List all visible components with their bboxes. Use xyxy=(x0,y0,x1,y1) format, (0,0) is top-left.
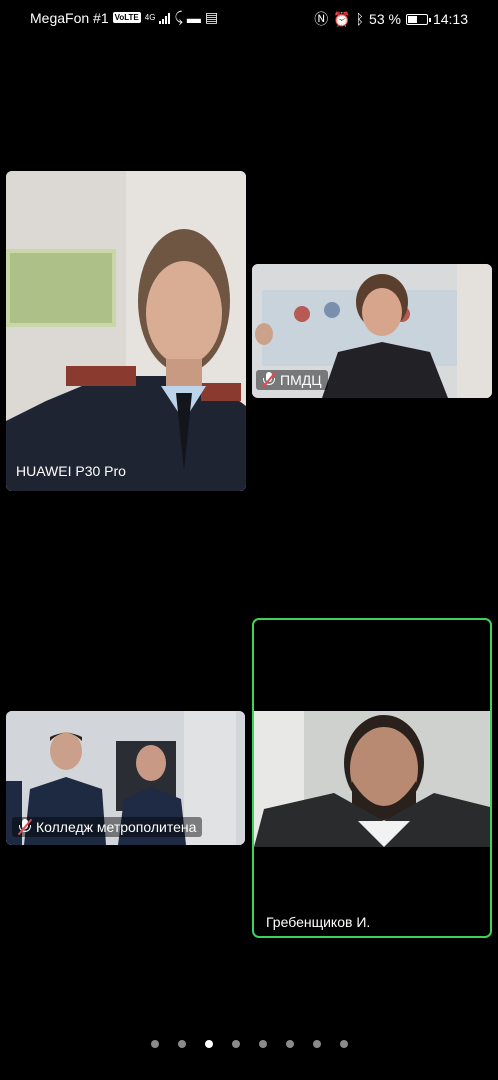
video-tile-grebenshchikov[interactable]: Гребенщиков И. xyxy=(252,618,492,938)
participant-name: ПМДЦ xyxy=(256,370,328,390)
page-dot[interactable] xyxy=(285,1040,294,1048)
page-dot[interactable] xyxy=(150,1040,159,1048)
participant-name: Гребенщиков И. xyxy=(266,914,371,930)
clock: 14:13 xyxy=(432,11,468,27)
mic-muted-icon xyxy=(261,371,277,389)
network-type-label: 4G xyxy=(144,12,156,22)
status-bar: MegaFon #1 VoLTE 4G ⤹ ▬ ▤ Ⓝ ⏰ ᛒ 53 % 14:… xyxy=(0,0,498,34)
page-indicator[interactable] xyxy=(0,1040,498,1048)
video-tile-pmdc[interactable]: ПМДЦ xyxy=(252,264,492,398)
missed-call-icon: ⤹ xyxy=(174,9,183,25)
video-feed xyxy=(254,711,490,847)
page-dot[interactable] xyxy=(258,1040,267,1048)
battery-percent: 53 % xyxy=(369,11,401,27)
bluetooth-icon: ᛒ xyxy=(355,11,365,27)
signal-icon xyxy=(159,12,171,24)
video-tile-college[interactable]: Колледж метрополитена xyxy=(6,711,245,845)
volte-icon: VoLTE xyxy=(112,12,141,23)
alarm-icon: ⏰ xyxy=(333,10,351,27)
battery-icon xyxy=(405,13,431,25)
page-dot[interactable] xyxy=(204,1040,213,1048)
participant-name: Колледж метрополитена xyxy=(12,817,203,837)
video-icon: ▬ xyxy=(186,9,201,26)
page-dot[interactable] xyxy=(312,1040,321,1048)
news-icon: ▤ xyxy=(204,9,219,25)
mic-muted-icon xyxy=(17,818,33,836)
video-feed xyxy=(6,171,246,491)
carrier-label: MegaFon #1 xyxy=(30,9,109,26)
video-tile-huawei[interactable]: HUAWEI P30 Pro xyxy=(6,171,246,491)
page-dot[interactable] xyxy=(231,1040,240,1048)
participant-name: HUAWEI P30 Pro xyxy=(16,463,126,479)
page-dot[interactable] xyxy=(177,1040,186,1048)
page-dot[interactable] xyxy=(339,1040,348,1048)
nfc-icon: Ⓝ xyxy=(314,11,329,27)
